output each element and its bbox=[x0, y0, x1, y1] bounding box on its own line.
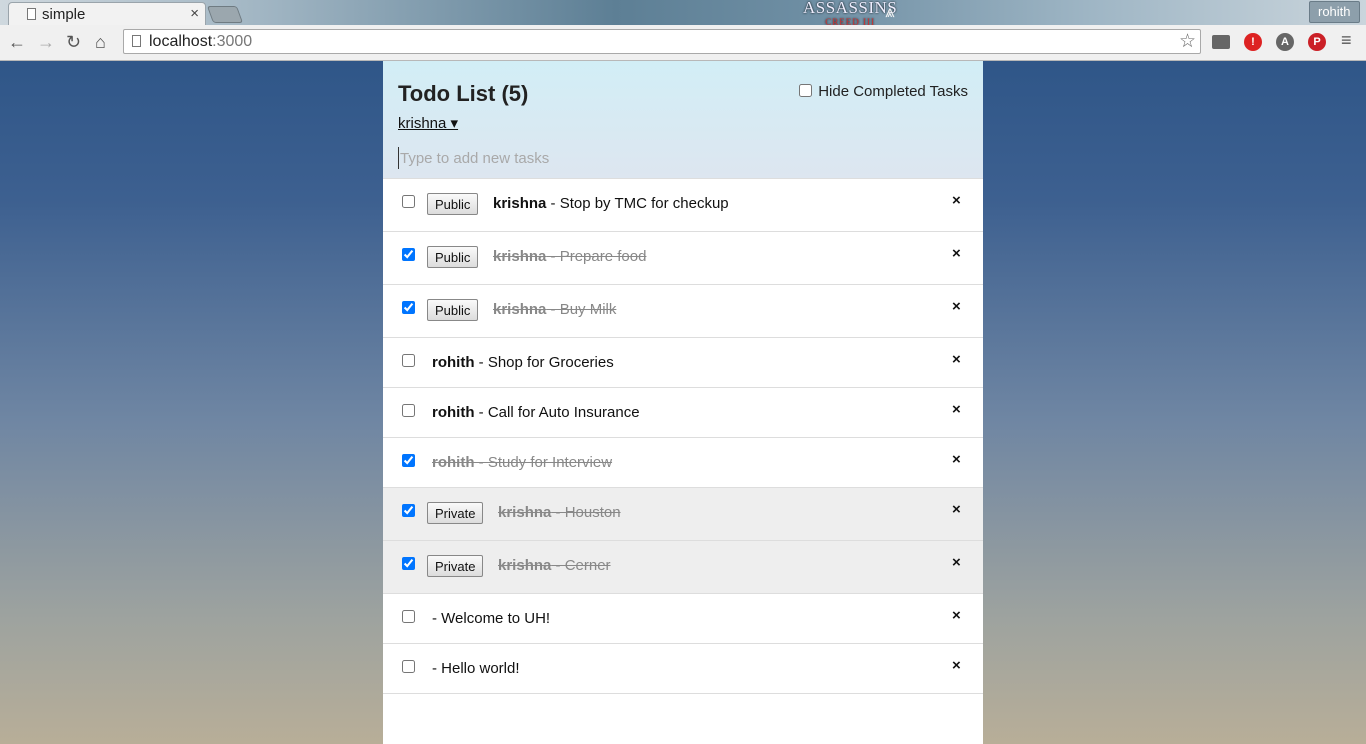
toggle-private-button[interactable]: Public bbox=[427, 299, 479, 321]
delete-task-icon[interactable]: × bbox=[952, 298, 961, 315]
task-row: Public krishna - Buy Milk × bbox=[383, 285, 983, 338]
task-text: rohith - Call for Auto Insurance bbox=[432, 404, 640, 421]
document-icon bbox=[27, 8, 36, 20]
angular-extension-icon[interactable]: A bbox=[1276, 33, 1294, 51]
task-text: rohith - Shop for Groceries bbox=[432, 354, 614, 371]
task-row: rohith - Study for Interview × bbox=[383, 438, 983, 488]
close-tab-icon[interactable]: × bbox=[190, 5, 199, 22]
task-text: - Welcome to UH! bbox=[432, 610, 551, 627]
delete-task-icon[interactable]: × bbox=[952, 607, 961, 624]
delete-task-icon[interactable]: × bbox=[952, 401, 961, 418]
chrome-menu-icon[interactable]: ≡ bbox=[1341, 30, 1352, 51]
task-row: Private krishna - Houston × bbox=[383, 488, 983, 541]
page-title: Todo List (5) bbox=[398, 81, 529, 106]
task-text: krishna - Houston bbox=[498, 504, 621, 521]
task-checkbox[interactable] bbox=[402, 195, 415, 208]
new-tab-button[interactable] bbox=[206, 6, 244, 23]
task-text: krishna - Stop by TMC for checkup bbox=[493, 195, 729, 212]
toggle-private-button[interactable]: Private bbox=[427, 555, 484, 577]
window-titlebar: simple × ASSASSINS CREED III ⩓ rohith bbox=[0, 0, 1366, 27]
task-row: rohith - Call for Auto Insurance × bbox=[383, 388, 983, 438]
address-bar[interactable]: localhost:3000 ☆ bbox=[123, 29, 1201, 54]
delete-task-icon[interactable]: × bbox=[952, 554, 961, 571]
toggle-private-button[interactable]: Public bbox=[427, 193, 479, 215]
url-text: localhost:3000 bbox=[149, 33, 253, 50]
tab-title: simple bbox=[42, 6, 86, 23]
browser-toolbar: ← → ↻ ⌂ localhost:3000 ☆ ! A P ≡ bbox=[0, 25, 1366, 61]
task-checkbox[interactable] bbox=[402, 660, 415, 673]
task-username: rohith bbox=[432, 454, 475, 471]
delete-task-icon[interactable]: × bbox=[952, 501, 961, 518]
task-text: krishna - Buy Milk bbox=[493, 301, 617, 318]
task-checkbox[interactable] bbox=[402, 301, 415, 314]
task-row: Public krishna - Stop by TMC for checkup… bbox=[383, 179, 983, 232]
toggle-private-button[interactable]: Public bbox=[427, 246, 479, 268]
delete-task-icon[interactable]: × bbox=[952, 351, 961, 368]
delete-task-icon[interactable]: × bbox=[952, 245, 961, 262]
task-username: krishna bbox=[493, 195, 547, 212]
toggle-private-button[interactable]: Private bbox=[427, 502, 484, 524]
todo-app: Todo List (5) Hide Completed Tasks krish… bbox=[383, 61, 983, 744]
cast-icon[interactable] bbox=[1212, 35, 1230, 49]
task-text: krishna - Prepare food bbox=[493, 248, 647, 265]
task-row: rohith - Shop for Groceries × bbox=[383, 338, 983, 388]
task-username: krishna bbox=[493, 248, 547, 265]
browser-tab[interactable]: simple × bbox=[8, 2, 206, 25]
new-task-input[interactable] bbox=[398, 147, 962, 169]
task-row: - Welcome to UH! × bbox=[383, 594, 983, 644]
delete-task-icon[interactable]: × bbox=[952, 657, 961, 674]
back-arrow-icon[interactable]: ← bbox=[8, 32, 26, 53]
reload-icon[interactable]: ↻ bbox=[66, 32, 81, 53]
app-header: Todo List (5) Hide Completed Tasks krish… bbox=[383, 61, 983, 179]
task-text: - Hello world! bbox=[432, 660, 520, 677]
home-icon[interactable]: ⌂ bbox=[95, 32, 106, 53]
task-checkbox[interactable] bbox=[402, 454, 415, 467]
adblock-extension-icon[interactable]: ! bbox=[1244, 33, 1262, 51]
task-checkbox[interactable] bbox=[402, 504, 415, 517]
page-info-icon bbox=[132, 35, 141, 47]
delete-task-icon[interactable]: × bbox=[952, 451, 961, 468]
task-row: - Hello world! × bbox=[383, 644, 983, 694]
task-checkbox[interactable] bbox=[402, 610, 415, 623]
task-row: Public krishna - Prepare food × bbox=[383, 232, 983, 285]
task-list: Public krishna - Stop by TMC for checkup… bbox=[383, 179, 983, 694]
task-username: krishna bbox=[498, 504, 552, 521]
account-dropdown[interactable]: krishna ▾ bbox=[398, 114, 458, 132]
hide-completed-toggle[interactable]: Hide Completed Tasks bbox=[799, 83, 968, 100]
pinterest-extension-icon[interactable]: P bbox=[1308, 33, 1326, 51]
task-text: krishna - Cerner bbox=[498, 557, 611, 574]
forward-arrow-icon[interactable]: → bbox=[37, 32, 55, 53]
task-checkbox[interactable] bbox=[402, 354, 415, 367]
theme-emblem-icon: ⩓ bbox=[885, 2, 895, 21]
bookmark-star-icon[interactable]: ☆ bbox=[1179, 30, 1196, 53]
delete-task-icon[interactable]: × bbox=[952, 192, 961, 209]
task-text: rohith - Study for Interview bbox=[432, 454, 613, 471]
profile-button[interactable]: rohith bbox=[1309, 1, 1360, 23]
hide-completed-checkbox[interactable] bbox=[799, 84, 813, 97]
task-checkbox[interactable] bbox=[402, 557, 415, 570]
task-checkbox[interactable] bbox=[402, 404, 415, 417]
task-username: rohith bbox=[432, 354, 475, 371]
hide-completed-label: Hide Completed Tasks bbox=[818, 83, 968, 100]
task-username: krishna bbox=[498, 557, 552, 574]
task-row: Private krishna - Cerner × bbox=[383, 541, 983, 594]
task-username: krishna bbox=[493, 301, 547, 318]
task-checkbox[interactable] bbox=[402, 248, 415, 261]
task-username: rohith bbox=[432, 404, 475, 421]
